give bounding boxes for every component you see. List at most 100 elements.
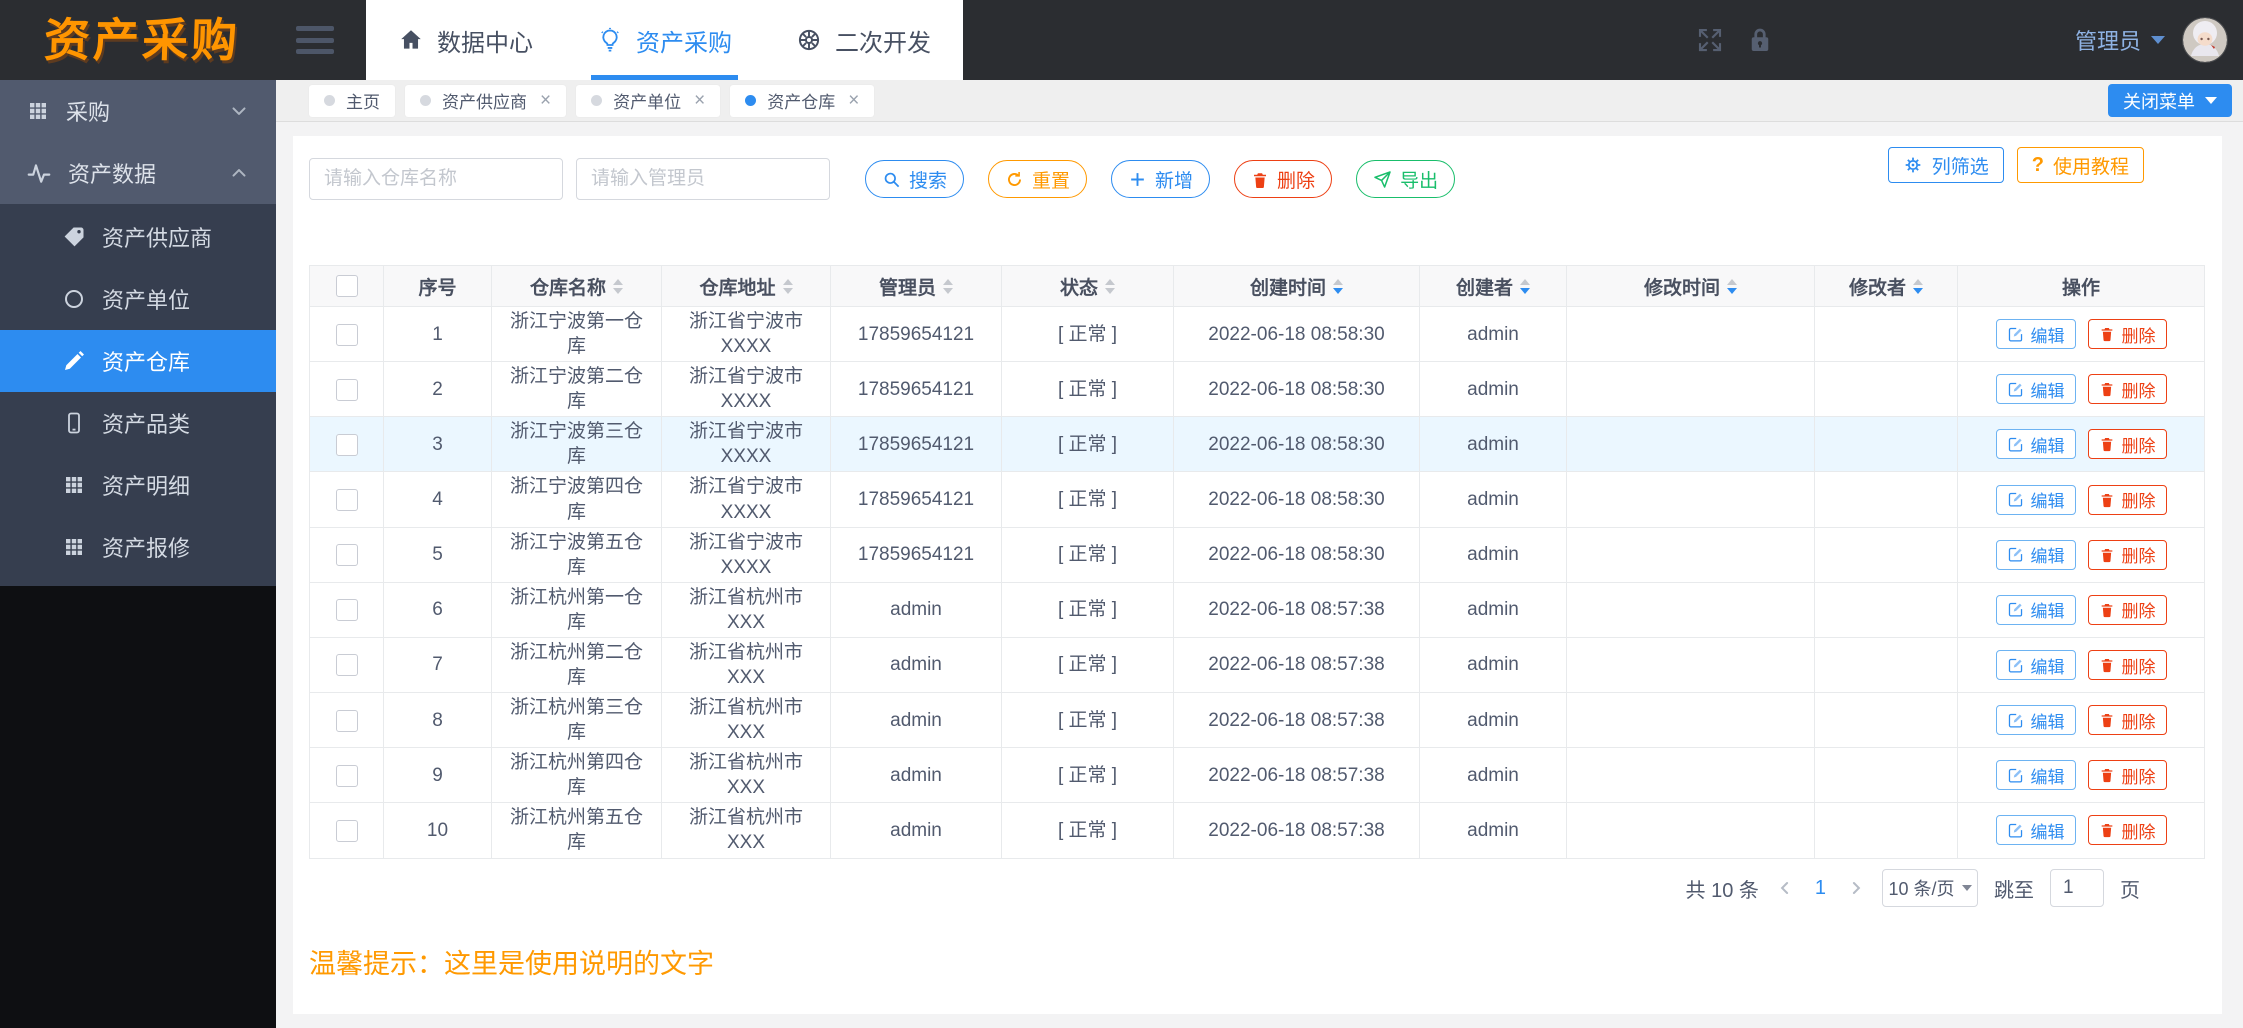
row-checkbox[interactable] <box>335 488 358 511</box>
add-button[interactable]: 新增 <box>1111 160 1211 198</box>
tab-close-icon[interactable]: × <box>848 91 859 110</box>
tab-asset-warehouse[interactable]: 资产仓库 × <box>730 84 875 117</box>
sort-icon[interactable] <box>782 278 793 294</box>
column-header[interactable]: 状态 <box>1001 265 1174 307</box>
sort-icon[interactable] <box>613 278 623 294</box>
tab-home[interactable]: 主页 <box>309 84 395 117</box>
row-delete-button[interactable]: 删除 <box>2087 374 2167 405</box>
row-edit-button[interactable]: 编辑 <box>1995 760 2076 791</box>
trash-icon <box>2099 767 2115 783</box>
row-edit-button[interactable]: 编辑 <box>1995 374 2076 405</box>
select-all-checkbox[interactable] <box>335 274 358 297</box>
row-delete-button[interactable]: 删除 <box>2087 650 2167 681</box>
tab-asset-unit[interactable]: 资产单位 × <box>576 84 721 117</box>
jump-page-input[interactable] <box>2050 869 2104 907</box>
sidebar-item-asset-warehouse[interactable]: 资产仓库 <box>0 330 276 392</box>
column-header[interactable]: 仓库地址 <box>661 265 831 307</box>
fullscreen-icon[interactable] <box>1695 25 1725 55</box>
tutorial-button[interactable]: ? 使用教程 <box>2016 147 2144 183</box>
sort-icon[interactable] <box>1105 278 1115 294</box>
row-checkbox[interactable] <box>335 323 358 346</box>
row-edit-button[interactable]: 编辑 <box>1995 484 2076 515</box>
column-header[interactable]: 创建时间 <box>1173 265 1420 307</box>
close-menu-button[interactable]: 关闭菜单 <box>2108 84 2232 117</box>
user-menu[interactable]: 管理员 <box>2075 24 2141 56</box>
row-checkbox[interactable] <box>335 654 358 677</box>
sort-icon[interactable] <box>943 278 953 294</box>
sidebar-item-asset-category[interactable]: 资产品类 <box>0 392 276 454</box>
sidebar-item-label: 资产品类 <box>102 412 191 437</box>
export-button[interactable]: 导出 <box>1356 160 1456 198</box>
row-checkbox-cell <box>309 636 384 694</box>
delete-label: 删除 <box>2121 492 2156 512</box>
warehouse-name-input[interactable] <box>309 158 563 200</box>
column-header[interactable]: 管理员 <box>830 265 1002 307</box>
row-delete-button[interactable]: 删除 <box>2087 429 2167 460</box>
column-header[interactable]: 修改者 <box>1814 265 1958 307</box>
row-delete-button[interactable]: 删除 <box>2087 705 2167 736</box>
row-edit-button[interactable]: 编辑 <box>1995 705 2076 736</box>
column-filter-button[interactable]: 列筛选 <box>1887 147 2004 183</box>
tab-asset-supplier[interactable]: 资产供应商 × <box>405 84 567 117</box>
sidebar-item-asset-repair[interactable]: 资产报修 <box>0 516 276 578</box>
sidebar-item-asset-unit[interactable]: 资产单位 <box>0 268 276 330</box>
tab-close-icon[interactable]: × <box>540 91 551 110</box>
sort-icon[interactable] <box>1333 278 1343 294</box>
column-header[interactable]: 创建者 <box>1419 265 1567 307</box>
row-edit-button[interactable]: 编辑 <box>1995 319 2076 350</box>
manager-input[interactable] <box>576 158 830 200</box>
trash-icon <box>2099 657 2115 673</box>
cell-modifier <box>1814 581 1958 638</box>
avatar[interactable] <box>2183 18 2227 62</box>
row-edit-button[interactable]: 编辑 <box>1995 429 2076 460</box>
row-checkbox[interactable] <box>335 764 358 787</box>
page-size-select[interactable]: 10 条/页 <box>1882 869 1978 907</box>
row-delete-button[interactable]: 删除 <box>2087 760 2167 791</box>
row-edit-button[interactable]: 编辑 <box>1995 650 2076 681</box>
cell-status: [ 正常 ] <box>1001 802 1174 859</box>
row-checkbox[interactable] <box>335 544 358 567</box>
row-checkbox[interactable] <box>335 709 358 732</box>
column-header-label: 管理员 <box>878 277 936 299</box>
nav-item-asset-purchase[interactable]: 资产采购 <box>565 0 764 80</box>
cell-modified <box>1566 747 1815 804</box>
nav-item-second-dev[interactable]: 二次开发 <box>764 0 963 80</box>
reset-button[interactable]: 重置 <box>988 160 1088 198</box>
sort-icon[interactable] <box>1727 278 1737 294</box>
table-row: 10 浙江杭州第五仓库 浙江省杭州市XXX admin[ 正常 ] 2022-06-18… <box>309 802 2205 859</box>
row-delete-button[interactable]: 删除 <box>2087 484 2167 515</box>
column-header[interactable]: 仓库名称 <box>491 265 662 307</box>
tab-close-icon[interactable]: × <box>694 91 705 110</box>
search-button[interactable]: 搜索 <box>865 160 965 198</box>
prev-page-icon[interactable] <box>1775 878 1795 898</box>
row-edit-button[interactable]: 编辑 <box>1995 594 2076 625</box>
row-edit-button[interactable]: 编辑 <box>1995 539 2076 570</box>
row-delete-button[interactable]: 删除 <box>2087 594 2167 625</box>
next-page-icon[interactable] <box>1846 878 1866 898</box>
row-checkbox[interactable] <box>335 433 358 456</box>
sort-icon[interactable] <box>1913 278 1923 294</box>
row-checkbox[interactable] <box>335 599 358 622</box>
sidebar-item-asset-data[interactable]: 资产数据 <box>0 142 276 204</box>
sidebar-item-asset-supplier[interactable]: 资产供应商 <box>0 206 276 268</box>
cell-creator: admin <box>1419 526 1567 583</box>
sidebar-item-label: 采购 <box>66 100 111 125</box>
sidebar-item-label: 资产报修 <box>102 536 191 561</box>
row-delete-button[interactable]: 删除 <box>2087 319 2167 350</box>
row-edit-button[interactable]: 编辑 <box>1995 815 2076 846</box>
page-number[interactable]: 1 <box>1815 877 1826 900</box>
row-delete-button[interactable]: 删除 <box>2087 815 2167 846</box>
lock-icon[interactable] <box>1745 25 1775 55</box>
sidebar-item-purchase[interactable]: 采购 <box>0 80 276 142</box>
column-header[interactable]: 修改时间 <box>1566 265 1815 307</box>
sidebar-toggle-icon[interactable] <box>296 26 334 54</box>
delete-button[interactable]: 删除 <box>1234 160 1333 198</box>
cell-num: 4 <box>383 471 492 528</box>
row-delete-button[interactable]: 删除 <box>2087 539 2167 570</box>
cell-manager: admin <box>830 636 1002 694</box>
sort-icon[interactable] <box>1520 278 1530 294</box>
row-checkbox[interactable] <box>335 819 358 842</box>
sidebar-item-asset-detail[interactable]: 资产明细 <box>0 454 276 516</box>
nav-item-data-center[interactable]: 数据中心 <box>366 0 565 80</box>
row-checkbox[interactable] <box>335 378 358 401</box>
